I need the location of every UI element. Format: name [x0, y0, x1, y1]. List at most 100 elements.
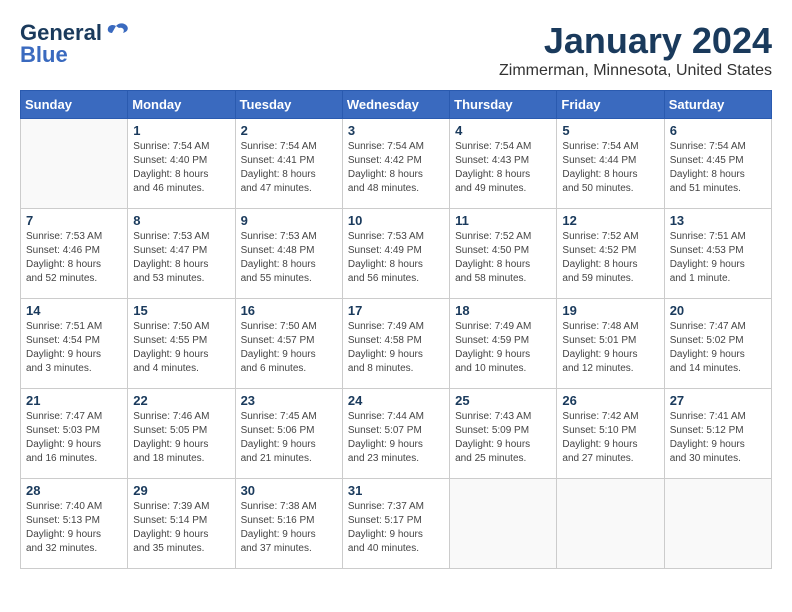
day-number: 27 [670, 393, 766, 408]
day-info: Sunrise: 7:54 AM Sunset: 4:43 PM Dayligh… [455, 140, 551, 196]
calendar-cell: 22 Sunrise: 7:46 AM Sunset: 5:05 PM Dayli… [128, 389, 235, 479]
calendar-day-header-tuesday: Tuesday [235, 91, 342, 119]
day-info: Sunrise: 7:52 AM Sunset: 4:52 PM Dayligh… [562, 230, 658, 286]
calendar-week-row: 21 Sunrise: 7:47 AM Sunset: 5:03 PM Dayli… [21, 389, 772, 479]
day-info: Sunrise: 7:47 AM Sunset: 5:03 PM Dayligh… [26, 410, 122, 466]
calendar-cell: 12 Sunrise: 7:52 AM Sunset: 4:52 PM Dayli… [557, 209, 664, 299]
day-info: Sunrise: 7:45 AM Sunset: 5:06 PM Dayligh… [241, 410, 337, 466]
day-info: Sunrise: 7:40 AM Sunset: 5:13 PM Dayligh… [26, 500, 122, 556]
day-number: 22 [133, 393, 229, 408]
calendar-cell: 1Sunrise: 7:54 AM Sunset: 4:40 PM Daylig… [128, 119, 235, 209]
calendar-cell: 27 Sunrise: 7:41 AM Sunset: 5:12 PM Dayli… [664, 389, 771, 479]
day-info: Sunrise: 7:39 AM Sunset: 5:14 PM Dayligh… [133, 500, 229, 556]
day-info: Sunrise: 7:54 AM Sunset: 4:41 PM Dayligh… [241, 140, 337, 196]
day-number: 24 [348, 393, 444, 408]
day-info: Sunrise: 7:53 AM Sunset: 4:49 PM Dayligh… [348, 230, 444, 286]
logo: General Blue [20, 20, 130, 68]
day-number: 4 [455, 123, 551, 138]
day-number: 9 [241, 213, 337, 228]
calendar-header-row: SundayMondayTuesdayWednesdayThursdayFrid… [21, 91, 772, 119]
day-number: 16 [241, 303, 337, 318]
calendar-cell: 19 Sunrise: 7:48 AM Sunset: 5:01 PM Dayli… [557, 299, 664, 389]
day-info: Sunrise: 7:49 AM Sunset: 4:58 PM Dayligh… [348, 320, 444, 376]
calendar-cell: 8 Sunrise: 7:53 AM Sunset: 4:47 PM Daylig… [128, 209, 235, 299]
day-number: 8 [133, 213, 229, 228]
day-number: 12 [562, 213, 658, 228]
day-number: 10 [348, 213, 444, 228]
day-info: Sunrise: 7:53 AM Sunset: 4:47 PM Dayligh… [133, 230, 229, 286]
day-number: 3 [348, 123, 444, 138]
calendar-cell [21, 119, 128, 209]
day-info: Sunrise: 7:54 AM Sunset: 4:42 PM Dayligh… [348, 140, 444, 196]
day-number: 25 [455, 393, 551, 408]
day-info: Sunrise: 7:53 AM Sunset: 4:48 PM Dayligh… [241, 230, 337, 286]
day-number: 14 [26, 303, 122, 318]
day-info: Sunrise: 7:48 AM Sunset: 5:01 PM Dayligh… [562, 320, 658, 376]
calendar-cell: 14 Sunrise: 7:51 AM Sunset: 4:54 PM Dayli… [21, 299, 128, 389]
day-info: Sunrise: 7:37 AM Sunset: 5:17 PM Dayligh… [348, 500, 444, 556]
calendar-day-header-saturday: Saturday [664, 91, 771, 119]
calendar-cell: 20 Sunrise: 7:47 AM Sunset: 5:02 PM Dayli… [664, 299, 771, 389]
day-info: Sunrise: 7:49 AM Sunset: 4:59 PM Dayligh… [455, 320, 551, 376]
day-number: 23 [241, 393, 337, 408]
day-info: Sunrise: 7:44 AM Sunset: 5:07 PM Dayligh… [348, 410, 444, 466]
calendar-cell: 3 Sunrise: 7:54 AM Sunset: 4:42 PM Daylig… [342, 119, 449, 209]
day-info: Sunrise: 7:50 AM Sunset: 4:57 PM Dayligh… [241, 320, 337, 376]
day-number: 1 [133, 123, 229, 138]
location-text: Zimmerman, Minnesota, United States [499, 62, 772, 80]
calendar-cell: 21 Sunrise: 7:47 AM Sunset: 5:03 PM Dayli… [21, 389, 128, 479]
day-number: 21 [26, 393, 122, 408]
day-info: Sunrise: 7:50 AM Sunset: 4:55 PM Dayligh… [133, 320, 229, 376]
day-number: 28 [26, 483, 122, 498]
day-info: Sunrise: 7:41 AM Sunset: 5:12 PM Dayligh… [670, 410, 766, 466]
calendar-cell: 31Sunrise: 7:37 AM Sunset: 5:17 PM Dayli… [342, 479, 449, 569]
day-number: 18 [455, 303, 551, 318]
calendar-week-row: 28 Sunrise: 7:40 AM Sunset: 5:13 PM Dayli… [21, 479, 772, 569]
calendar-cell: 29 Sunrise: 7:39 AM Sunset: 5:14 PM Dayli… [128, 479, 235, 569]
calendar-day-header-monday: Monday [128, 91, 235, 119]
day-info: Sunrise: 7:51 AM Sunset: 4:54 PM Dayligh… [26, 320, 122, 376]
calendar-cell [450, 479, 557, 569]
day-number: 6 [670, 123, 766, 138]
day-info: Sunrise: 7:54 AM Sunset: 4:45 PM Dayligh… [670, 140, 766, 196]
day-number: 20 [670, 303, 766, 318]
calendar-cell: 30 Sunrise: 7:38 AM Sunset: 5:16 PM Dayli… [235, 479, 342, 569]
calendar-cell [664, 479, 771, 569]
calendar-cell: 4 Sunrise: 7:54 AM Sunset: 4:43 PM Daylig… [450, 119, 557, 209]
day-number: 2 [241, 123, 337, 138]
calendar-cell: 18 Sunrise: 7:49 AM Sunset: 4:59 PM Dayli… [450, 299, 557, 389]
day-number: 29 [133, 483, 229, 498]
calendar-day-header-sunday: Sunday [21, 91, 128, 119]
calendar-week-row: 14 Sunrise: 7:51 AM Sunset: 4:54 PM Dayli… [21, 299, 772, 389]
day-info: Sunrise: 7:38 AM Sunset: 5:16 PM Dayligh… [241, 500, 337, 556]
day-info: Sunrise: 7:42 AM Sunset: 5:10 PM Dayligh… [562, 410, 658, 466]
day-number: 7 [26, 213, 122, 228]
calendar-week-row: 1Sunrise: 7:54 AM Sunset: 4:40 PM Daylig… [21, 119, 772, 209]
day-info: Sunrise: 7:52 AM Sunset: 4:50 PM Dayligh… [455, 230, 551, 286]
calendar-cell: 10 Sunrise: 7:53 AM Sunset: 4:49 PM Dayli… [342, 209, 449, 299]
calendar-day-header-wednesday: Wednesday [342, 91, 449, 119]
day-number: 13 [670, 213, 766, 228]
calendar-cell: 28 Sunrise: 7:40 AM Sunset: 5:13 PM Dayli… [21, 479, 128, 569]
calendar-cell: 11 Sunrise: 7:52 AM Sunset: 4:50 PM Dayli… [450, 209, 557, 299]
day-info: Sunrise: 7:43 AM Sunset: 5:09 PM Dayligh… [455, 410, 551, 466]
day-number: 11 [455, 213, 551, 228]
calendar-cell: 6 Sunrise: 7:54 AM Sunset: 4:45 PM Daylig… [664, 119, 771, 209]
day-info: Sunrise: 7:53 AM Sunset: 4:46 PM Dayligh… [26, 230, 122, 286]
calendar-cell: 16 Sunrise: 7:50 AM Sunset: 4:57 PM Dayli… [235, 299, 342, 389]
day-number: 19 [562, 303, 658, 318]
logo-bird-icon [103, 22, 129, 44]
page-header: General Blue January 2024 Zimmerman, Min… [20, 20, 772, 80]
calendar-cell: 17 Sunrise: 7:49 AM Sunset: 4:58 PM Dayli… [342, 299, 449, 389]
month-title: January 2024 [499, 20, 772, 62]
calendar-cell: 26Sunrise: 7:42 AM Sunset: 5:10 PM Dayli… [557, 389, 664, 479]
calendar-cell: 5Sunrise: 7:54 AM Sunset: 4:44 PM Daylig… [557, 119, 664, 209]
day-number: 30 [241, 483, 337, 498]
day-number: 17 [348, 303, 444, 318]
day-info: Sunrise: 7:47 AM Sunset: 5:02 PM Dayligh… [670, 320, 766, 376]
day-info: Sunrise: 7:46 AM Sunset: 5:05 PM Dayligh… [133, 410, 229, 466]
calendar-cell: 9 Sunrise: 7:53 AM Sunset: 4:48 PM Daylig… [235, 209, 342, 299]
calendar-day-header-thursday: Thursday [450, 91, 557, 119]
calendar-cell: 2 Sunrise: 7:54 AM Sunset: 4:41 PM Daylig… [235, 119, 342, 209]
day-number: 15 [133, 303, 229, 318]
